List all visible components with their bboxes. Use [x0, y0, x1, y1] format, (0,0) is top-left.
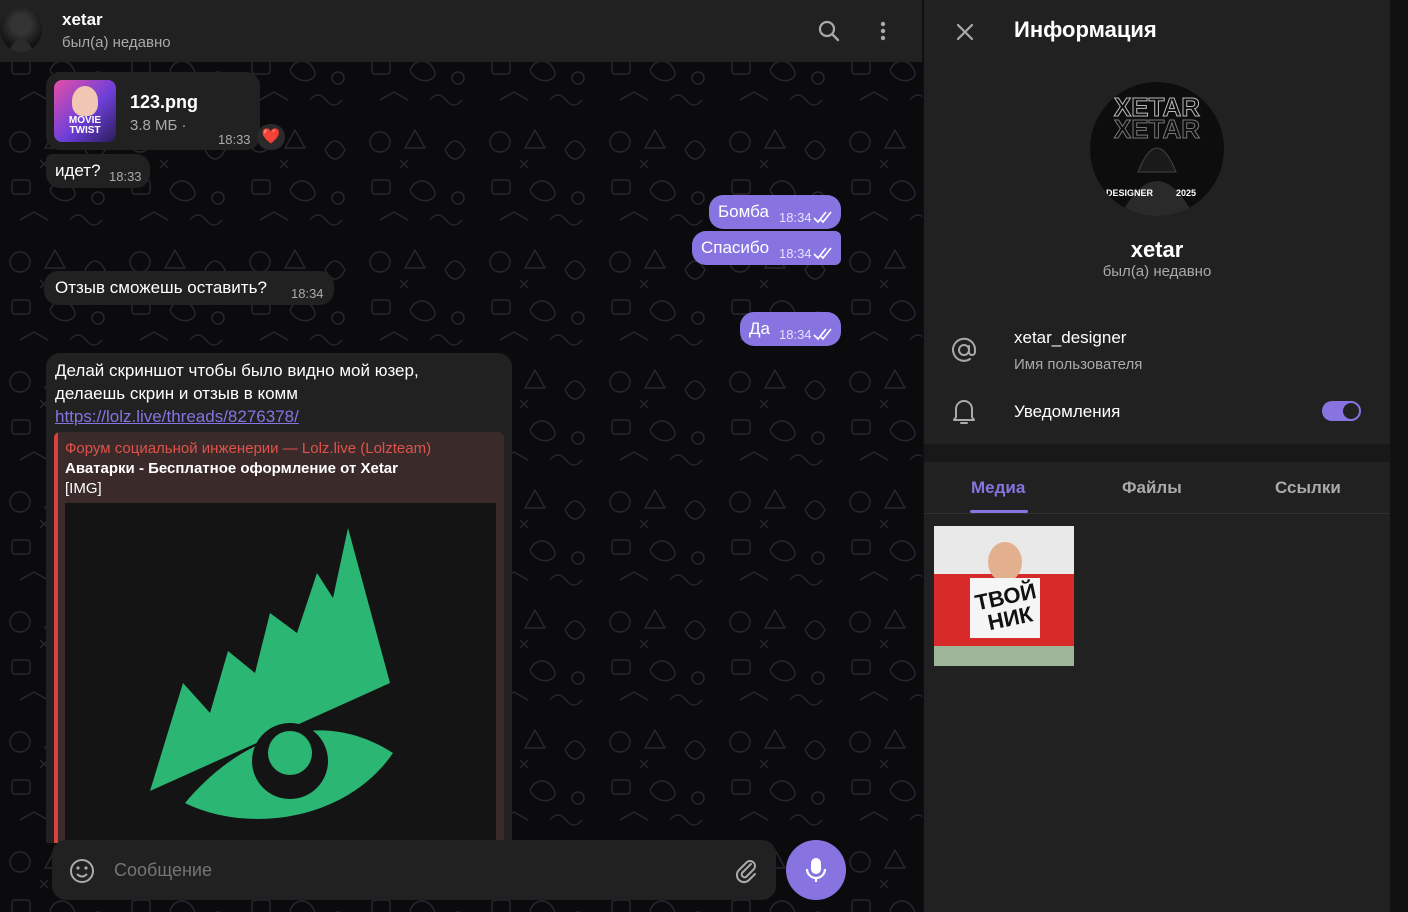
shared-media-card: Медиа Файлы Ссылки ТВОЙ НИК	[924, 462, 1390, 912]
profile-card: XETAR XETAR DESIGNER 2025 xetar был(а) н…	[924, 62, 1390, 444]
outgoing-message[interactable]: Спасибо 18:34	[692, 231, 841, 265]
profile-avatar[interactable]: XETAR XETAR DESIGNER 2025	[1090, 82, 1224, 216]
username-label: Имя пользователя	[1014, 356, 1143, 373]
message-time: 18:33	[109, 169, 142, 184]
file-message[interactable]: MOVIE TWIST 123.png 3.8 МБ · 18:33	[46, 72, 260, 150]
close-button[interactable]	[950, 17, 980, 47]
profile-avatar-image: XETAR XETAR DESIGNER 2025	[1106, 92, 1201, 216]
message-time: 18:34	[291, 286, 324, 301]
panel-scrollbar[interactable]	[1390, 0, 1408, 912]
info-header: Информация	[924, 0, 1390, 62]
avatar-text-left: DESIGNER	[1106, 188, 1154, 198]
link-message[interactable]: Делай скриншот чтобы было видно мой юзер…	[46, 353, 512, 843]
username-row[interactable]: xetar_designer Имя пользователя	[924, 324, 1390, 380]
avatar-text-right: 2025	[1176, 188, 1196, 198]
message-input[interactable]	[114, 854, 674, 886]
close-icon	[956, 23, 974, 41]
link-preview[interactable]: Форум социальной инженерии — Lolz.live (…	[54, 432, 504, 843]
file-thumbnail[interactable]: MOVIE TWIST	[54, 80, 116, 142]
message-composer[interactable]	[52, 840, 776, 900]
read-check-icon	[813, 211, 832, 224]
microphone-icon	[805, 858, 827, 882]
read-check-icon	[813, 328, 832, 341]
message-text: Бомба	[718, 202, 769, 221]
message-text: идет?	[55, 161, 101, 180]
contact-avatar[interactable]	[0, 6, 42, 52]
thumbnail-text: MOVIE TWIST	[68, 115, 102, 136]
message-time: 18:34	[779, 246, 812, 261]
tab-links[interactable]: Ссылки	[1275, 478, 1341, 498]
message-text: Делай скриншот чтобы было видно мой юзер…	[55, 361, 419, 380]
info-panel: Информация XETAR XETAR DESIGNER 2025 xet…	[924, 0, 1408, 912]
outgoing-message[interactable]: Да 18:34	[740, 312, 841, 346]
voice-record-button[interactable]	[786, 840, 846, 900]
message-time: 18:34	[779, 210, 812, 225]
info-title: Информация	[1014, 17, 1157, 42]
incoming-message[interactable]: идет? 18:33	[46, 154, 150, 188]
more-menu-button[interactable]	[866, 14, 900, 48]
message-link[interactable]: https://lolz.live/threads/8276378/	[55, 407, 299, 427]
avatar-text-top-echo: XETAR	[1114, 114, 1200, 144]
profile-name: xetar	[1130, 237, 1184, 262]
search-icon	[818, 20, 840, 42]
chat-area: xetar был(а) недавно MOVIE TWIST 123.png…	[0, 0, 922, 912]
message-time: 18:33	[218, 132, 251, 147]
chat-header[interactable]: xetar был(а) недавно	[0, 0, 922, 62]
message-time: 18:34	[779, 327, 812, 342]
message-text: Отзыв сможешь оставить?	[55, 278, 267, 297]
heart-reaction[interactable]: ❤️	[257, 124, 285, 150]
file-name: 123.png	[130, 92, 199, 112]
more-vertical-icon	[880, 21, 886, 41]
username-value: xetar_designer	[1014, 328, 1127, 347]
lolz-logo-icon	[150, 528, 393, 819]
message-text: Спасибо	[701, 238, 770, 257]
message-text: Да	[749, 319, 770, 338]
outgoing-message[interactable]: Бомба 18:34	[709, 195, 841, 229]
notifications-toggle[interactable]	[1322, 401, 1361, 421]
link-preview-bar	[54, 432, 58, 843]
attach-icon[interactable]	[732, 856, 760, 884]
notifications-label: Уведомления	[1014, 402, 1121, 421]
emoji-icon[interactable]	[68, 857, 96, 885]
link-preview-site: Форум социальной инженерии — Lolz.live (…	[65, 440, 432, 457]
search-button[interactable]	[812, 14, 846, 48]
media-thumbnail[interactable]: ТВОЙ НИК	[934, 526, 1074, 666]
notifications-row[interactable]: Уведомления	[924, 390, 1390, 434]
at-icon	[952, 337, 977, 362]
tab-files[interactable]: Файлы	[1122, 478, 1182, 498]
toggle-knob	[1341, 401, 1361, 421]
contact-status: был(а) недавно	[62, 34, 171, 51]
bell-icon	[953, 400, 975, 424]
message-text: делаешь скрин и отзыв в комм	[55, 384, 298, 403]
profile-status: был(а) недавно	[1102, 263, 1212, 280]
link-preview-description: [IMG]	[65, 480, 102, 497]
link-preview-title: Аватарки - Бесплатное оформление от Xeta…	[65, 460, 398, 477]
incoming-message[interactable]: Отзыв сможешь оставить? 18:34	[44, 271, 334, 305]
tabs-divider	[924, 513, 1390, 514]
file-size: 3.8 МБ ·	[130, 117, 187, 134]
contact-name[interactable]: xetar	[62, 10, 103, 30]
tab-media[interactable]: Медиа	[971, 478, 1025, 498]
link-preview-image[interactable]	[65, 503, 496, 843]
read-check-icon	[813, 247, 832, 260]
